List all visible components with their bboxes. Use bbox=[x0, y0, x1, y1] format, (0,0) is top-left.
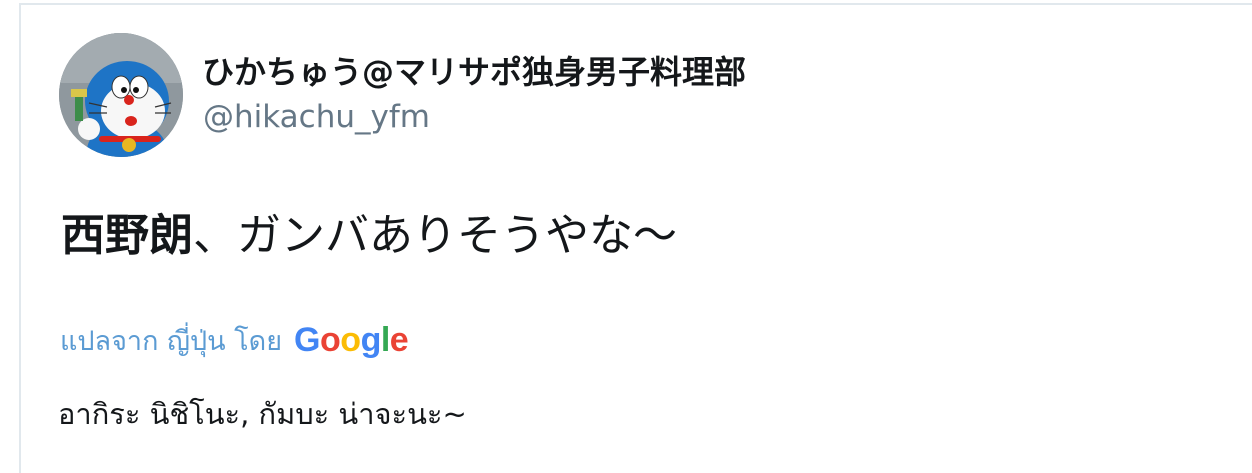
translation-attribution: แปลจาก ญี่ปุ่น โดย Google bbox=[60, 318, 409, 362]
google-logo-letter: l bbox=[380, 320, 390, 359]
doraemon-avatar-image bbox=[59, 33, 183, 157]
tweet-text: 西野朗、ガンバありそうやな〜 bbox=[61, 206, 677, 266]
google-logo-letter: g bbox=[360, 320, 382, 359]
tweet-text-highlight: 西野朗 bbox=[61, 210, 193, 261]
avatar[interactable] bbox=[59, 33, 183, 157]
google-logo: Google bbox=[294, 320, 409, 360]
translate-link[interactable]: แปลจาก ญี่ปุ่น โดย bbox=[60, 319, 282, 362]
author-display-name[interactable]: ひかちゅう@マリサポ独身男子料理部 bbox=[202, 50, 746, 94]
translated-text: อากิระ นิชิโนะ, กัมบะ น่าจะนะ~ bbox=[58, 397, 467, 431]
tweet-text-body: 、ガンバありそうやな〜 bbox=[193, 210, 677, 261]
google-logo-letter: e bbox=[389, 320, 409, 359]
google-logo-letter: o bbox=[320, 320, 341, 359]
google-logo-letter: o bbox=[340, 320, 361, 359]
author-handle[interactable]: @hikachu_yfm bbox=[203, 97, 430, 137]
google-logo-letter: G bbox=[294, 320, 320, 359]
